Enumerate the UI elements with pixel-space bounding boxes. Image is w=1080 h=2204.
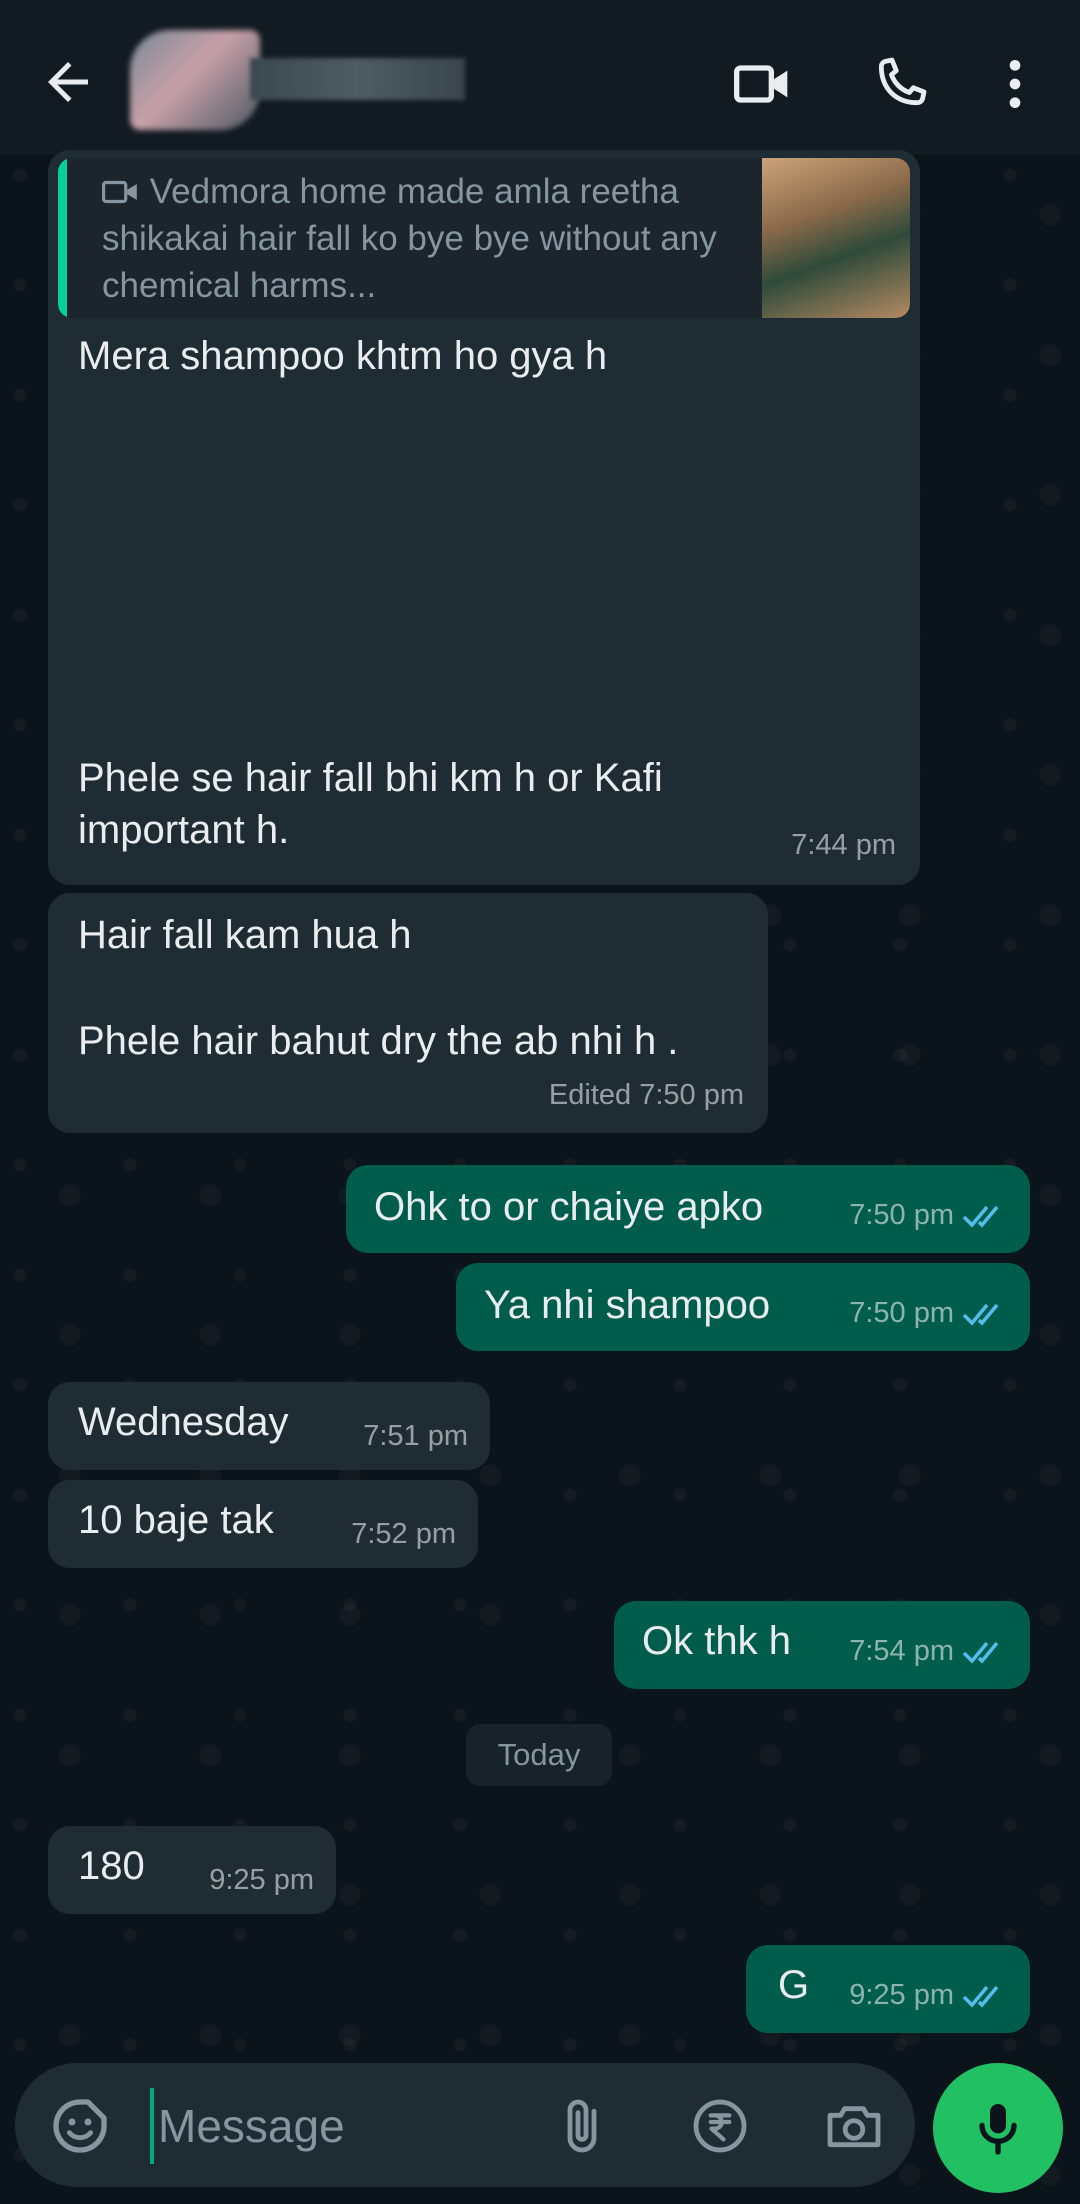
message-text: Ya nhi shampoo bbox=[484, 1283, 771, 1327]
mic-icon bbox=[979, 2104, 1017, 2155]
message-input[interactable] bbox=[150, 2088, 540, 2164]
message-text: 180 bbox=[78, 1844, 145, 1888]
outgoing-message[interactable]: Ok thk h 7:54 pm bbox=[614, 1601, 1030, 1689]
message-time: 7:54 pm bbox=[849, 1635, 954, 1667]
emoji-sticker-button[interactable] bbox=[48, 2094, 112, 2158]
contact-avatar[interactable] bbox=[130, 30, 260, 130]
outgoing-message[interactable]: Ohk to or chaiye apko 7:50 pm bbox=[346, 1165, 1030, 1253]
incoming-message[interactable]: Vedmora home made amla reetha shikakai h… bbox=[48, 150, 920, 885]
attach-button[interactable] bbox=[550, 2094, 614, 2158]
quote-text: Vedmora home made amla reetha shikakai h… bbox=[102, 172, 717, 305]
edited-label: Edited bbox=[548, 1079, 632, 1111]
message-time: 9:25 pm bbox=[849, 1979, 954, 2011]
video-call-icon bbox=[734, 65, 788, 103]
contact-name[interactable] bbox=[250, 58, 465, 100]
date-separator: Today bbox=[466, 1724, 612, 1786]
more-options-button[interactable] bbox=[990, 52, 1040, 116]
message-text: Ohk to or chaiye apko bbox=[374, 1185, 764, 1229]
message-text: Mera shampoo khtm ho gya h bbox=[78, 334, 608, 378]
quoted-ad-reply[interactable]: Vedmora home made amla reetha shikakai h… bbox=[58, 158, 910, 318]
read-ticks-icon bbox=[962, 1304, 999, 1327]
incoming-message[interactable]: 180 9:25 pm bbox=[48, 1826, 336, 1914]
message-text: Phele se hair fall bhi km h or Kafi impo… bbox=[78, 756, 663, 852]
rupee-payment-icon bbox=[693, 2099, 747, 2153]
message-text: Wednesday bbox=[78, 1400, 289, 1444]
incoming-message[interactable]: Hair fall kam hua h Phele hair bahut dry… bbox=[48, 893, 768, 1133]
back-arrow-icon bbox=[48, 62, 88, 102]
message-text: 10 baje tak bbox=[78, 1498, 274, 1542]
video-call-button[interactable] bbox=[730, 52, 794, 116]
back-button[interactable] bbox=[38, 52, 98, 112]
message-text: Ok thk h bbox=[642, 1619, 791, 1663]
incoming-message[interactable]: 10 baje tak 7:52 pm bbox=[48, 1480, 478, 1568]
read-ticks-icon bbox=[962, 1642, 999, 1665]
message-text: G bbox=[778, 1963, 810, 2007]
attach-icon bbox=[567, 2099, 597, 2153]
message-time: 7:51 pm bbox=[363, 1420, 468, 1452]
voice-message-button[interactable] bbox=[933, 2063, 1063, 2193]
read-ticks-icon bbox=[962, 1206, 999, 1229]
incoming-message[interactable]: Wednesday 7:51 pm bbox=[48, 1382, 490, 1470]
more-options-icon bbox=[1009, 60, 1021, 108]
ad-thumbnail bbox=[762, 158, 910, 318]
message-time: 7:50 pm bbox=[849, 1199, 954, 1231]
camera-button[interactable] bbox=[822, 2094, 886, 2158]
camera-icon bbox=[827, 2106, 881, 2148]
message-time: 7:50 pm bbox=[849, 1297, 954, 1329]
message-time: 7:44 pm bbox=[791, 829, 896, 861]
message-time: 7:52 pm bbox=[351, 1518, 456, 1550]
message-text: Hair fall kam hua h bbox=[78, 913, 412, 957]
voice-call-icon bbox=[878, 57, 927, 106]
emoji-sticker-icon bbox=[53, 2099, 107, 2153]
voice-call-button[interactable] bbox=[868, 52, 932, 116]
quote-accent-bar bbox=[58, 158, 67, 318]
chat-header bbox=[0, 0, 1080, 155]
outgoing-message[interactable]: Ya nhi shampoo 7:50 pm bbox=[456, 1263, 1030, 1351]
payment-button[interactable] bbox=[688, 2094, 752, 2158]
outgoing-message[interactable]: G 9:25 pm bbox=[746, 1945, 1030, 2033]
message-time: 7:50 pm bbox=[639, 1079, 744, 1111]
read-ticks-icon bbox=[962, 1986, 999, 2009]
video-icon bbox=[102, 180, 137, 204]
message-text: Phele hair bahut dry the ab nhi h . bbox=[78, 1019, 679, 1063]
message-time: 9:25 pm bbox=[209, 1864, 314, 1896]
